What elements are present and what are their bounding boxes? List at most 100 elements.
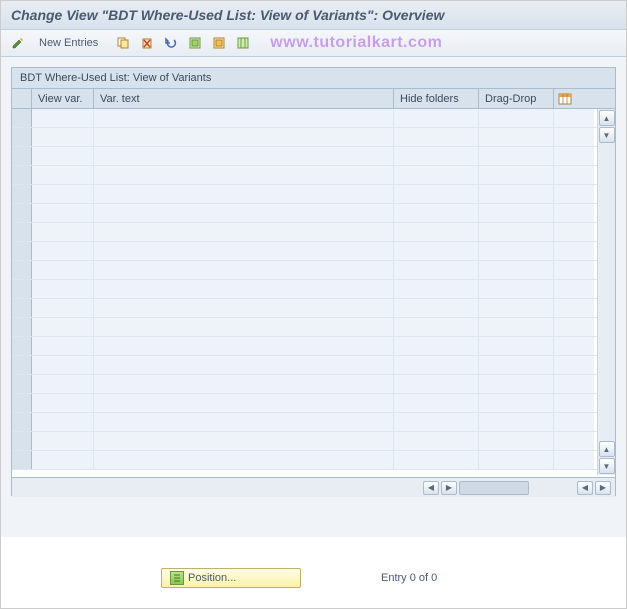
vertical-scrollbar[interactable]: ▲ ▼ ▲ ▼ (597, 109, 615, 475)
scroll-up-arrow-icon[interactable]: ▲ (599, 110, 615, 126)
scroll-down-arrow-icon[interactable]: ▼ (599, 458, 615, 474)
cell-drag-drop[interactable] (479, 109, 554, 127)
cell-var-text[interactable] (94, 337, 394, 355)
cell-drag-drop[interactable] (479, 432, 554, 450)
cell-view-var[interactable] (32, 299, 94, 317)
cell-hide-folders[interactable] (394, 337, 479, 355)
cell-var-text[interactable] (94, 223, 394, 241)
cell-view-var[interactable] (32, 280, 94, 298)
row-selector[interactable] (12, 394, 32, 412)
select-all-icon[interactable] (186, 34, 204, 52)
position-button[interactable]: Position... (161, 568, 301, 588)
cell-drag-drop[interactable] (479, 413, 554, 431)
cell-hide-folders[interactable] (394, 432, 479, 450)
row-selector[interactable] (12, 432, 32, 450)
scroll-left-arrow-icon[interactable]: ◀ (423, 481, 439, 495)
cell-var-text[interactable] (94, 299, 394, 317)
select-block-icon[interactable] (210, 34, 228, 52)
column-header-row-selector[interactable] (12, 89, 32, 108)
column-header-view-var[interactable]: View var. (32, 89, 94, 108)
cell-var-text[interactable] (94, 109, 394, 127)
cell-var-text[interactable] (94, 261, 394, 279)
row-selector[interactable] (12, 242, 32, 260)
row-selector[interactable] (12, 356, 32, 374)
cell-view-var[interactable] (32, 166, 94, 184)
cell-drag-drop[interactable] (479, 451, 554, 469)
scroll-down-arrow-icon[interactable]: ▼ (599, 127, 615, 143)
cell-var-text[interactable] (94, 356, 394, 374)
cell-var-text[interactable] (94, 280, 394, 298)
cell-view-var[interactable] (32, 128, 94, 146)
cell-drag-drop[interactable] (479, 337, 554, 355)
cell-var-text[interactable] (94, 242, 394, 260)
cell-view-var[interactable] (32, 394, 94, 412)
cell-drag-drop[interactable] (479, 375, 554, 393)
cell-drag-drop[interactable] (479, 166, 554, 184)
row-selector[interactable] (12, 318, 32, 336)
cell-drag-drop[interactable] (479, 204, 554, 222)
column-header-drag-drop[interactable]: Drag-Drop (479, 89, 554, 108)
cell-hide-folders[interactable] (394, 394, 479, 412)
scroll-track[interactable] (459, 481, 529, 495)
row-selector[interactable] (12, 109, 32, 127)
cell-var-text[interactable] (94, 128, 394, 146)
column-header-var-text[interactable]: Var. text (94, 89, 394, 108)
cell-hide-folders[interactable] (394, 109, 479, 127)
cell-hide-folders[interactable] (394, 204, 479, 222)
cell-var-text[interactable] (94, 147, 394, 165)
cell-view-var[interactable] (32, 109, 94, 127)
cell-view-var[interactable] (32, 223, 94, 241)
cell-var-text[interactable] (94, 375, 394, 393)
toggle-display-change-icon[interactable] (9, 34, 27, 52)
row-selector[interactable] (12, 299, 32, 317)
row-selector[interactable] (12, 451, 32, 469)
cell-hide-folders[interactable] (394, 128, 479, 146)
cell-drag-drop[interactable] (479, 185, 554, 203)
cell-var-text[interactable] (94, 204, 394, 222)
cell-view-var[interactable] (32, 413, 94, 431)
cell-drag-drop[interactable] (479, 356, 554, 374)
cell-view-var[interactable] (32, 318, 94, 336)
cell-hide-folders[interactable] (394, 451, 479, 469)
row-selector[interactable] (12, 337, 32, 355)
cell-hide-folders[interactable] (394, 413, 479, 431)
cell-hide-folders[interactable] (394, 375, 479, 393)
cell-drag-drop[interactable] (479, 394, 554, 412)
cell-view-var[interactable] (32, 147, 94, 165)
cell-view-var[interactable] (32, 261, 94, 279)
new-entries-button[interactable]: New Entries (33, 35, 104, 51)
row-selector[interactable] (12, 185, 32, 203)
cell-view-var[interactable] (32, 185, 94, 203)
row-selector[interactable] (12, 204, 32, 222)
cell-hide-folders[interactable] (394, 356, 479, 374)
cell-var-text[interactable] (94, 166, 394, 184)
cell-hide-folders[interactable] (394, 147, 479, 165)
cell-var-text[interactable] (94, 432, 394, 450)
cell-var-text[interactable] (94, 394, 394, 412)
cell-view-var[interactable] (32, 242, 94, 260)
row-selector[interactable] (12, 261, 32, 279)
scroll-right-arrow-icon[interactable]: ▶ (595, 481, 611, 495)
cell-hide-folders[interactable] (394, 185, 479, 203)
deselect-all-icon[interactable] (234, 34, 252, 52)
cell-hide-folders[interactable] (394, 299, 479, 317)
cell-drag-drop[interactable] (479, 280, 554, 298)
cell-var-text[interactable] (94, 185, 394, 203)
row-selector[interactable] (12, 223, 32, 241)
cell-drag-drop[interactable] (479, 223, 554, 241)
row-selector[interactable] (12, 413, 32, 431)
cell-var-text[interactable] (94, 413, 394, 431)
cell-hide-folders[interactable] (394, 242, 479, 260)
undo-icon[interactable] (162, 34, 180, 52)
row-selector[interactable] (12, 375, 32, 393)
row-selector[interactable] (12, 166, 32, 184)
cell-drag-drop[interactable] (479, 299, 554, 317)
cell-view-var[interactable] (32, 356, 94, 374)
cell-hide-folders[interactable] (394, 318, 479, 336)
cell-view-var[interactable] (32, 337, 94, 355)
cell-drag-drop[interactable] (479, 318, 554, 336)
cell-hide-folders[interactable] (394, 261, 479, 279)
cell-hide-folders[interactable] (394, 223, 479, 241)
delete-icon[interactable] (138, 34, 156, 52)
row-selector[interactable] (12, 147, 32, 165)
